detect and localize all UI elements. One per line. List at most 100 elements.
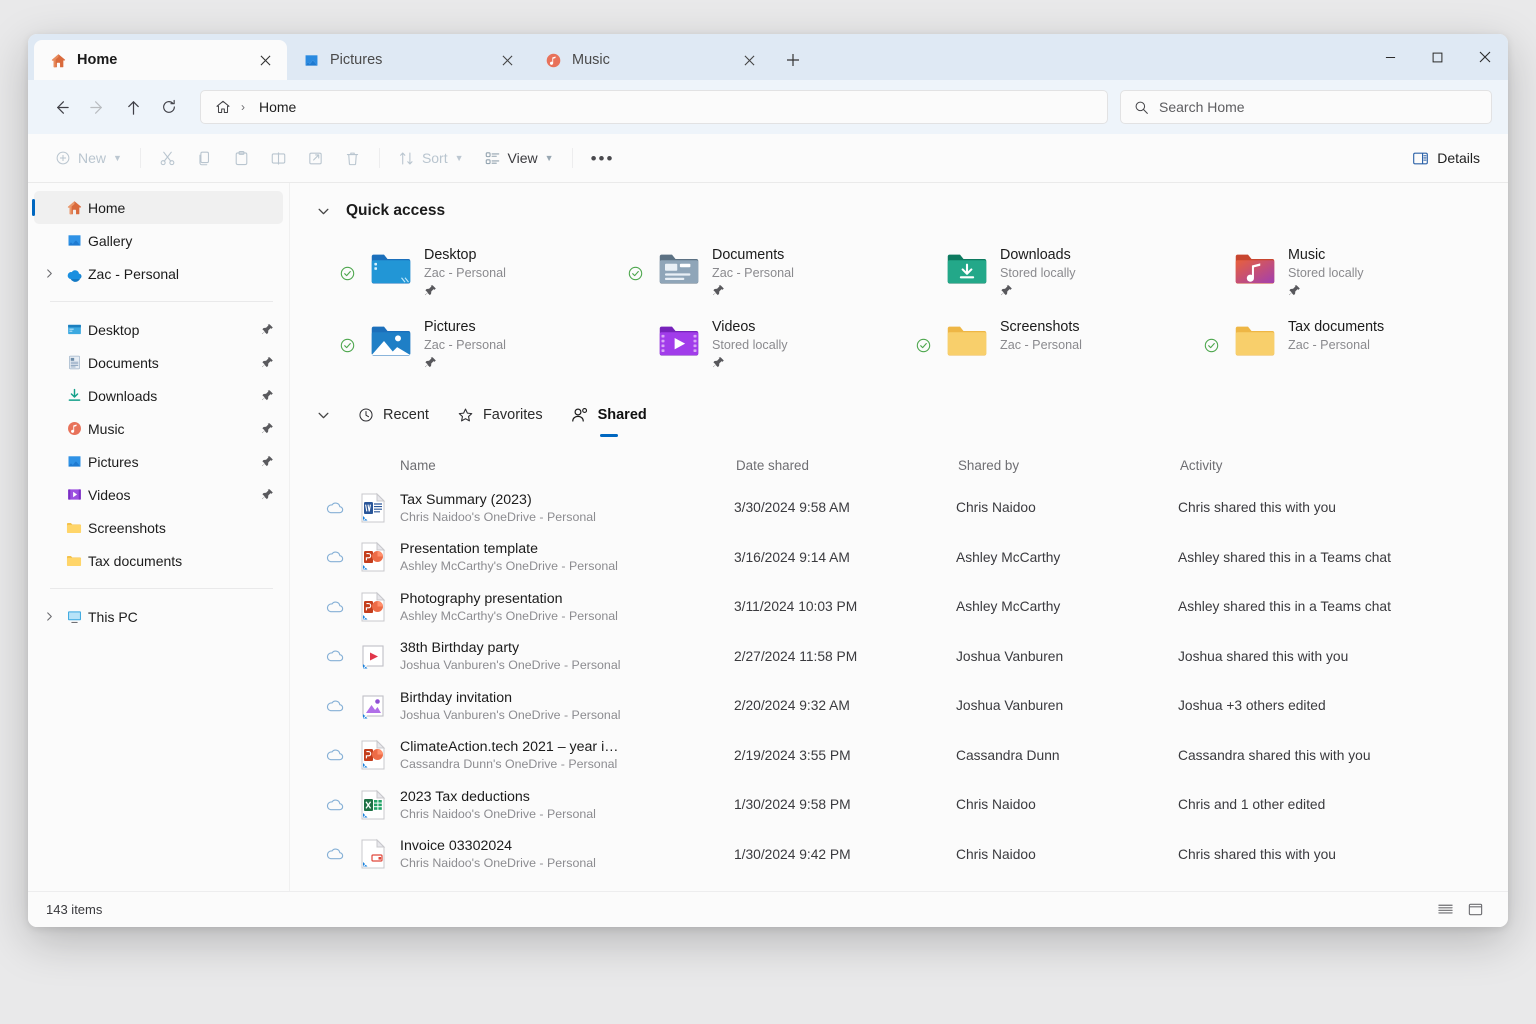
cloud-status-icon [312,844,358,864]
sidebar-item-label: Home [88,200,275,216]
pin-icon[interactable] [424,356,506,369]
maximize-button[interactable] [1414,34,1461,80]
pin-icon[interactable] [259,356,275,369]
chevron-right-icon[interactable] [38,612,60,621]
quick-access-item-tax-documents[interactable]: Tax documents Zac - Personal [1204,317,1492,373]
tab-close-button[interactable] [737,48,761,72]
rename-button[interactable] [261,141,296,175]
collapse-quick-access-icon[interactable] [312,200,334,222]
pin-icon[interactable] [424,284,506,297]
cloud-status-icon [312,498,358,518]
table-row[interactable]: Birthday invitation Joshua Vanburen's On… [312,681,1492,731]
tab-close-button[interactable] [253,48,277,72]
cell-activity: Joshua shared this with you [1178,649,1492,664]
tab-close-button[interactable] [495,48,519,72]
address-bar[interactable]: › Home [200,90,1108,124]
details-pane-button[interactable]: Details [1402,141,1490,175]
sync-status-icon [340,317,358,373]
table-row[interactable]: Invoice 03302024 Chris Naidoo's OneDrive… [312,830,1492,880]
refresh-button[interactable] [152,90,186,124]
view-button[interactable]: View ▼ [475,141,563,175]
chevron-right-icon[interactable] [38,269,60,278]
quick-access-item-desktop[interactable]: Desktop Zac - Personal [340,245,628,301]
back-button[interactable] [44,90,78,124]
breadcrumb-current[interactable]: Home [255,99,296,115]
copy-button[interactable] [187,141,222,175]
window-body: Home Gallery [28,183,1508,891]
sidebar-item-tax-documents[interactable]: Tax documents [34,544,283,577]
breadcrumb-home-icon[interactable] [211,99,231,115]
pin-icon[interactable] [712,284,794,297]
sort-button[interactable]: Sort ▼ [389,141,473,175]
pin-icon[interactable] [1000,284,1076,297]
quick-access-item-videos[interactable]: Videos Stored locally [628,317,916,373]
column-header-shared-by[interactable]: Shared by [956,458,1178,473]
sidebar-item-onedrive[interactable]: Zac - Personal [34,257,283,290]
sidebar-item-label: Music [88,421,259,437]
cell-activity: Chris shared this with you [1178,847,1492,862]
details-view-button[interactable] [1430,897,1460,923]
cell-date-shared: 3/30/2024 9:58 AM [734,500,956,515]
pin-icon[interactable] [259,389,275,402]
sidebar-item-label: Documents [88,355,259,371]
sidebar-item-this-pc[interactable]: This PC [34,600,283,633]
cell-date-shared: 1/30/2024 9:42 PM [734,847,956,862]
tab-favorites[interactable]: Favorites [443,396,557,434]
quick-access-item-documents[interactable]: Documents Zac - Personal [628,245,916,301]
table-row[interactable]: ClimateAction.tech 2021 – year i… Cassan… [312,731,1492,781]
tab-shared[interactable]: Shared [557,396,661,434]
sidebar-item-documents[interactable]: Documents [34,346,283,379]
sidebar-item-home[interactable]: Home [34,191,283,224]
pin-icon[interactable] [1288,284,1364,297]
table-row[interactable]: Tax Summary (2023) Chris Naidoo's OneDri… [312,483,1492,533]
large-icons-view-button[interactable] [1460,897,1490,923]
quick-access-item-pictures[interactable]: Pictures Zac - Personal [340,317,628,373]
column-header-name[interactable]: Name [358,458,734,473]
sidebar-item-videos[interactable]: Videos [34,478,283,511]
delete-button[interactable] [335,141,370,175]
sidebar-divider [50,588,273,589]
tab-pictures[interactable]: Pictures [287,40,529,80]
table-row[interactable]: 2023 Tax deductions Chris Naidoo's OneDr… [312,780,1492,830]
quick-access-item-downloads[interactable]: Downloads Stored locally [916,245,1204,301]
pin-icon[interactable] [712,356,788,369]
sidebar-item-downloads[interactable]: Downloads [34,379,283,412]
quick-access-item-name: Downloads [1000,247,1076,263]
quick-access-item-music[interactable]: Music Stored locally [1204,245,1492,301]
minimize-button[interactable] [1367,34,1414,80]
column-header-date-shared[interactable]: Date shared [734,458,956,473]
table-row[interactable]: Photography presentation Ashley McCarthy… [312,582,1492,632]
forward-button[interactable] [80,90,114,124]
quick-access-item-screenshots[interactable]: Screenshots Zac - Personal [916,317,1204,373]
new-tab-button[interactable] [777,44,809,76]
table-row[interactable]: 38th Birthday party Joshua Vanburen's On… [312,632,1492,682]
paste-button[interactable] [224,141,259,175]
pin-icon[interactable] [259,323,275,336]
collapse-files-icon[interactable] [312,404,334,426]
sync-status-spacer [628,317,646,373]
chevron-down-icon: ▼ [113,153,122,163]
pin-icon[interactable] [259,422,275,435]
search-box[interactable]: Search Home [1120,90,1492,124]
table-row[interactable]: Presentation template Ashley McCarthy's … [312,533,1492,583]
pin-icon[interactable] [259,455,275,468]
quick-access-title: Quick access [346,202,445,220]
sidebar-item-pictures[interactable]: Pictures [34,445,283,478]
close-button[interactable] [1461,34,1508,80]
tab-music[interactable]: Music [529,40,771,80]
sidebar-item-desktop[interactable]: Desktop [34,313,283,346]
share-button[interactable] [298,141,333,175]
column-header-activity[interactable]: Activity [1178,458,1492,473]
up-button[interactable] [116,90,150,124]
sidebar-item-gallery[interactable]: Gallery [34,224,283,257]
quick-access-item-name: Desktop [424,247,506,263]
cut-button[interactable] [150,141,185,175]
tab-home[interactable]: Home [34,40,287,80]
new-button[interactable]: New ▼ [46,141,131,175]
tab-recent[interactable]: Recent [344,396,443,434]
quick-access-item-sub: Stored locally [1288,266,1364,280]
see-more-button[interactable]: ••• [582,141,624,175]
pin-icon[interactable] [259,488,275,501]
sidebar-item-screenshots[interactable]: Screenshots [34,511,283,544]
sidebar-item-music[interactable]: Music [34,412,283,445]
